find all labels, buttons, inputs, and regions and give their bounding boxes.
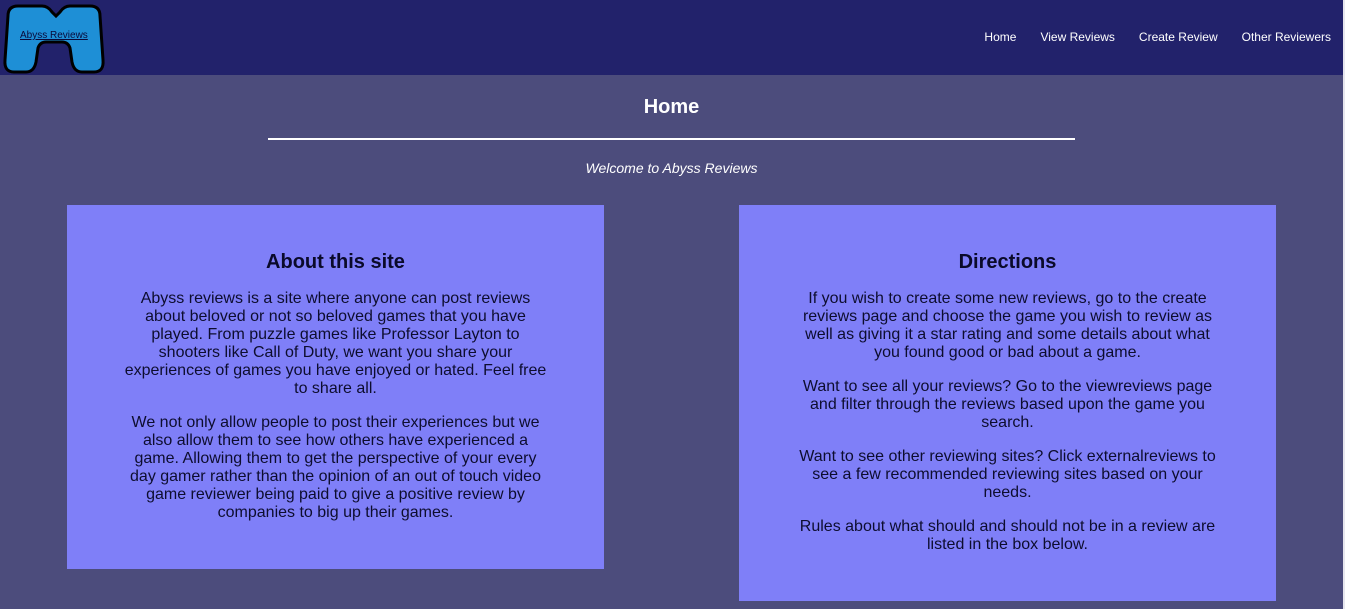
directions-heading: Directions bbox=[958, 251, 1057, 273]
directions-paragraph-4: Rules about what should and should not b… bbox=[799, 518, 1216, 553]
about-heading: About this site bbox=[266, 251, 405, 273]
title-divider bbox=[268, 138, 1075, 140]
welcome-text: Welcome to Abyss Reviews bbox=[585, 160, 758, 176]
nav-other-reviewers[interactable]: Other Reviewers bbox=[1242, 30, 1331, 44]
about-paragraph-1: Abyss reviews is a site where anyone can… bbox=[124, 290, 547, 397]
site-logo[interactable]: Abyss Reviews bbox=[2, 2, 106, 74]
directions-paragraph-3: Want to see other reviewing sites? Click… bbox=[799, 448, 1216, 501]
directions-card: Directions If you wish to create some ne… bbox=[739, 205, 1276, 601]
logo-text: Abyss Reviews bbox=[20, 30, 88, 41]
nav-create-review[interactable]: Create Review bbox=[1139, 30, 1218, 44]
nav-view-reviews[interactable]: View Reviews bbox=[1040, 30, 1114, 44]
directions-paragraph-1: If you wish to create some new reviews, … bbox=[802, 290, 1213, 361]
header-bar: Abyss Reviews Home View Reviews Create R… bbox=[0, 0, 1345, 75]
nav-home[interactable]: Home bbox=[984, 30, 1016, 44]
about-card: About this site Abyss reviews is a site … bbox=[67, 205, 604, 569]
directions-paragraph-2: Want to see all your reviews? Go to the … bbox=[802, 378, 1213, 431]
page-title: Home bbox=[643, 96, 700, 118]
main-nav: Home View Reviews Create Review Other Re… bbox=[984, 30, 1331, 44]
about-paragraph-2: We not only allow people to post their e… bbox=[130, 414, 541, 521]
